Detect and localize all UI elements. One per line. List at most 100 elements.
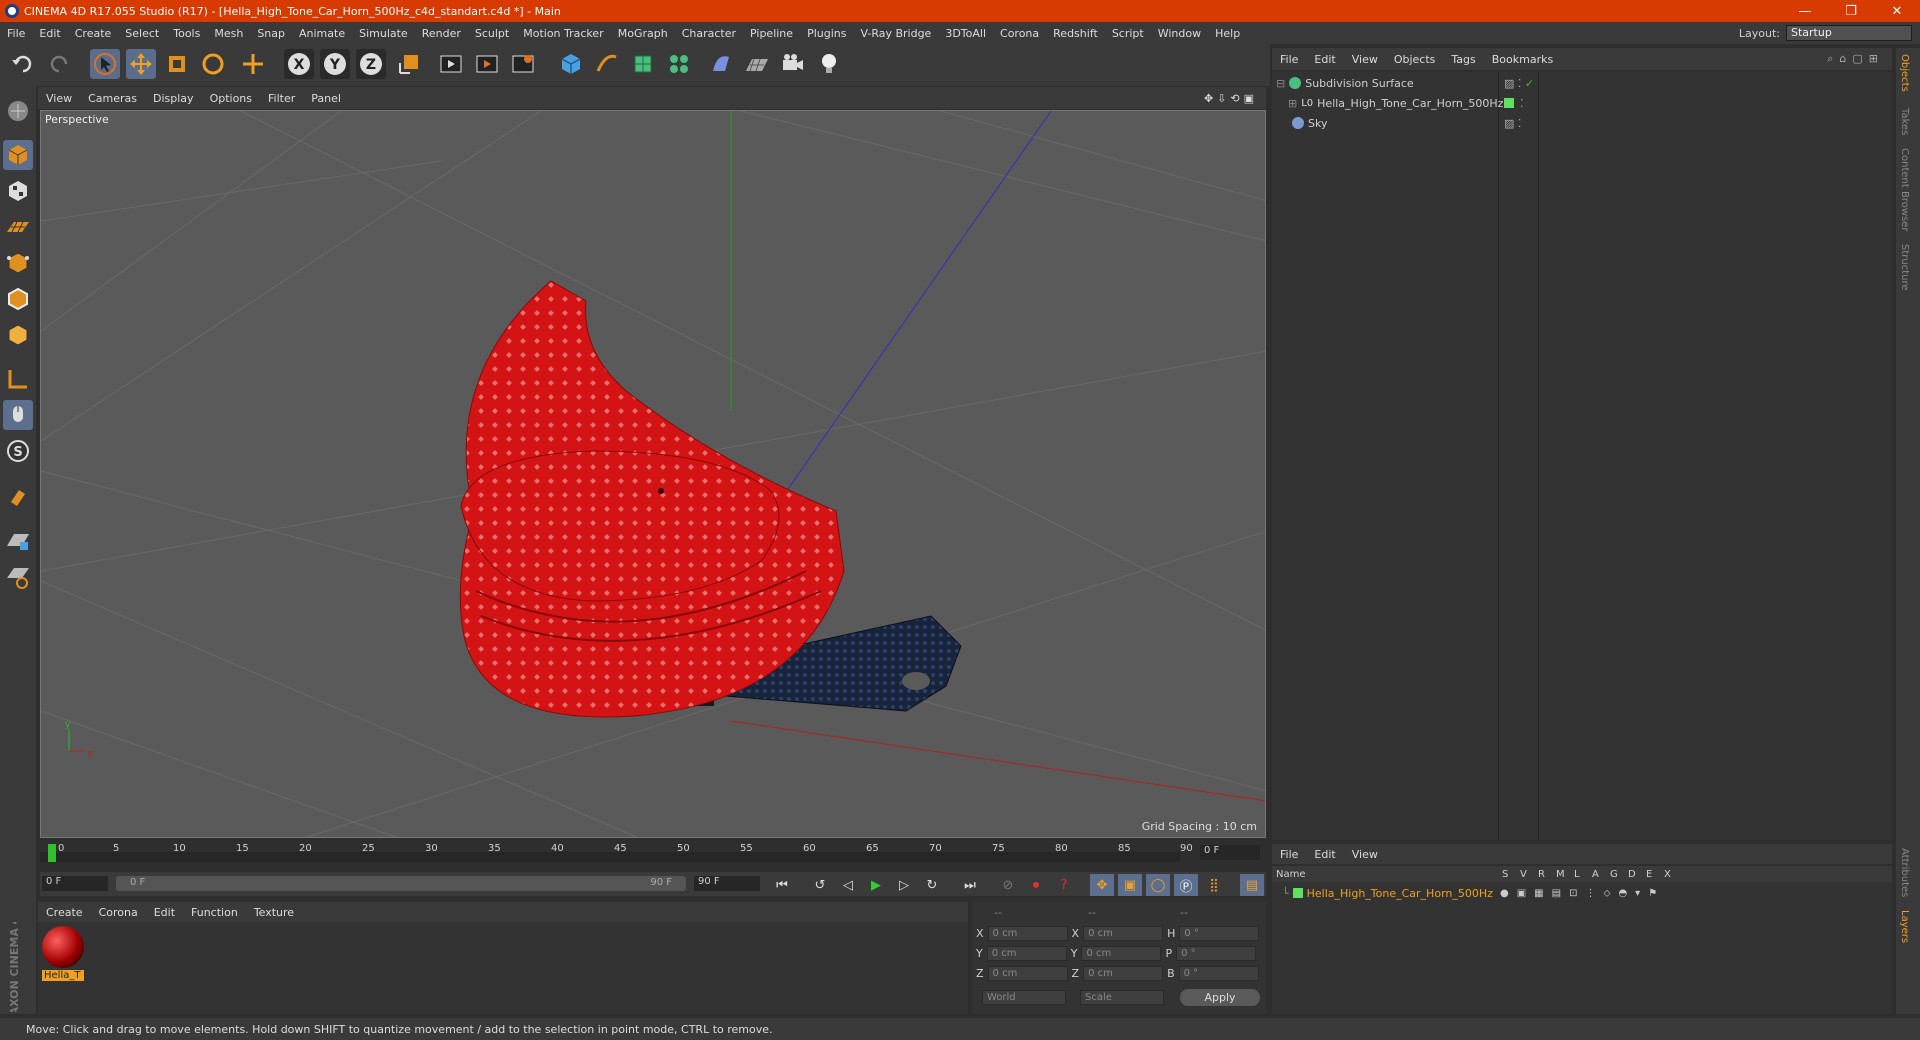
layer-color-icon[interactable] — [1292, 888, 1303, 898]
viewport-nav-icons[interactable]: ✥⇩⟲▣ — [1204, 92, 1266, 105]
menu-tools[interactable]: Tools — [166, 27, 207, 40]
autokey-icon[interactable]: ? — [1052, 874, 1076, 896]
material-item[interactable]: Hella_T — [42, 926, 86, 986]
record-off-icon[interactable]: ⊘ — [996, 874, 1020, 896]
menu-corona[interactable]: Corona — [993, 27, 1046, 40]
menu-animate[interactable]: Animate — [292, 27, 352, 40]
close-button[interactable]: ✕ — [1874, 4, 1920, 19]
model-mode-icon[interactable] — [3, 140, 33, 170]
grid-snap-icon[interactable] — [3, 562, 33, 592]
layer-color-icon[interactable] — [1504, 98, 1514, 108]
visibility-dots-icon[interactable]: ▨ ⁚ ✓ — [1504, 77, 1534, 90]
menu-3dtoall[interactable]: 3DToAll — [938, 27, 993, 40]
viewport-menu-cameras[interactable]: Cameras — [80, 92, 145, 105]
edges-mode-icon[interactable] — [3, 284, 33, 314]
menu-mesh[interactable]: Mesh — [207, 27, 250, 40]
solo-mode-icon[interactable]: S — [3, 436, 33, 466]
world-select[interactable]: World — [982, 990, 1066, 1005]
z-axis-lock-icon[interactable]: Z — [356, 49, 386, 79]
layout-select[interactable]: Startup — [1786, 25, 1912, 41]
light-icon[interactable] — [814, 49, 844, 79]
key-scale-icon[interactable]: ▣ — [1118, 874, 1142, 896]
rotation-h-field[interactable]: 0 ° — [1179, 926, 1260, 941]
start-frame-field[interactable]: 0 F — [42, 876, 108, 891]
object-manager-search-icon[interactable]: ⌕⌂▢⊞ — [1827, 52, 1892, 66]
size-z-field[interactable]: 0 cm — [1083, 966, 1164, 981]
scale-select[interactable]: Scale — [1080, 990, 1164, 1005]
menu-redshift[interactable]: Redshift — [1046, 27, 1105, 40]
timeline-ruler[interactable]: 0 5 10 15 20 25 30 35 40 45 50 55 60 65 … — [40, 840, 1266, 864]
rotate-tool-icon[interactable] — [198, 49, 228, 79]
key-parameter-icon[interactable]: Ⓟ — [1174, 874, 1198, 896]
go-to-start-icon[interactable]: ⏮ — [770, 874, 794, 896]
points-mode-icon[interactable] — [3, 248, 33, 278]
deformer-icon[interactable] — [706, 49, 736, 79]
menu-help[interactable]: Help — [1208, 27, 1247, 40]
viewport-menu-display[interactable]: Display — [145, 92, 202, 105]
camera-icon[interactable] — [778, 49, 808, 79]
go-to-end-icon[interactable]: ⏭ — [958, 874, 982, 896]
cube-object-icon[interactable] — [556, 49, 586, 79]
menu-character[interactable]: Character — [675, 27, 743, 40]
menu-sculpt[interactable]: Sculpt — [468, 27, 516, 40]
select-tool-icon[interactable] — [90, 49, 120, 79]
visibility-dots-icon[interactable]: ⁚ — [1520, 97, 1524, 110]
workplane-lock-icon[interactable] — [3, 526, 33, 556]
menu-plugins[interactable]: Plugins — [800, 27, 853, 40]
texture-mode-icon[interactable] — [3, 176, 33, 206]
menu-window[interactable]: Window — [1151, 27, 1208, 40]
expand-icon[interactable]: ⊞ — [1288, 97, 1297, 110]
rotation-p-field[interactable]: 0 ° — [1176, 946, 1257, 961]
minimize-button[interactable]: — — [1782, 4, 1828, 19]
visibility-dots-icon[interactable]: ▨ ⁚ — [1504, 117, 1521, 130]
layer-flags-icon[interactable]: ●▣▦▤⊡⋮⬦◓▾⚑ — [1500, 888, 1665, 899]
size-x-field[interactable]: 0 cm — [1083, 926, 1164, 941]
layer-menu-view[interactable]: View — [1344, 848, 1386, 861]
menu-pipeline[interactable]: Pipeline — [743, 27, 800, 40]
y-axis-lock-icon[interactable]: Y — [320, 49, 350, 79]
key-rotation-icon[interactable]: ◯ — [1146, 874, 1170, 896]
record-active-icon[interactable]: ⏺ — [1024, 874, 1048, 896]
cloner-icon[interactable] — [664, 49, 694, 79]
make-editable-icon[interactable] — [3, 96, 33, 126]
tweak-mode-icon[interactable] — [3, 400, 33, 430]
menu-render[interactable]: Render — [415, 27, 468, 40]
pen-spline-icon[interactable] — [592, 49, 622, 79]
position-y-field[interactable]: 0 cm — [986, 946, 1067, 961]
render-settings-icon[interactable] — [508, 49, 538, 79]
3d-viewport[interactable]: y x Perspective Grid Spacing : 10 cm — [40, 110, 1266, 838]
transform-tool-icon[interactable] — [238, 49, 268, 79]
viewport-menu-view[interactable]: View — [38, 92, 80, 105]
tab-layers[interactable]: Layers — [1899, 910, 1910, 943]
tab-takes[interactable]: Takes — [1899, 108, 1910, 135]
key-position-icon[interactable]: ✥ — [1090, 874, 1114, 896]
layer-row[interactable]: └ Hella_High_Tone_Car_Horn_500Hz ●▣▦▤⊡⋮⬦… — [1272, 884, 1892, 902]
next-key-icon[interactable]: ↻ — [920, 874, 944, 896]
object-row-sky[interactable]: Sky ▨ ⁚ — [1272, 114, 1892, 132]
current-frame-field[interactable]: 0 F — [1200, 845, 1260, 860]
viewport-menu-filter[interactable]: Filter — [260, 92, 303, 105]
viewport-menu-panel[interactable]: Panel — [303, 92, 349, 105]
object-menu-tags[interactable]: Tags — [1443, 53, 1483, 66]
floor-icon[interactable] — [742, 49, 772, 79]
previous-frame-icon[interactable]: ◁ — [836, 874, 860, 896]
timeline-window-icon[interactable]: ▤ — [1240, 874, 1264, 896]
menu-mograph[interactable]: MoGraph — [611, 27, 675, 40]
undo-icon[interactable] — [8, 49, 38, 79]
scale-tool-icon[interactable] — [162, 49, 192, 79]
polygons-mode-icon[interactable] — [3, 320, 33, 350]
object-row-subdivision-surface[interactable]: ⊟ Subdivision Surface ▨ ⁚ ✓ — [1272, 74, 1892, 92]
menu-snap[interactable]: Snap — [250, 27, 292, 40]
object-menu-file[interactable]: File — [1272, 53, 1306, 66]
object-menu-view[interactable]: View — [1344, 53, 1386, 66]
restore-button[interactable]: ❐ — [1828, 4, 1874, 19]
tab-objects[interactable]: Objects — [1899, 54, 1910, 92]
menu-vray-bridge[interactable]: V-Ray Bridge — [853, 27, 938, 40]
magnet-snap-icon[interactable] — [3, 482, 33, 512]
subdivision-surface-icon[interactable] — [628, 49, 658, 79]
menu-simulate[interactable]: Simulate — [352, 27, 415, 40]
size-y-field[interactable]: 0 cm — [1081, 946, 1162, 961]
next-frame-icon[interactable]: ▷ — [892, 874, 916, 896]
frame-range-slider[interactable]: 0 F 90 F — [116, 876, 686, 891]
object-row-horn[interactable]: ⊞ L0 Hella_High_Tone_Car_Horn_500Hz ⁚ — [1272, 94, 1892, 112]
